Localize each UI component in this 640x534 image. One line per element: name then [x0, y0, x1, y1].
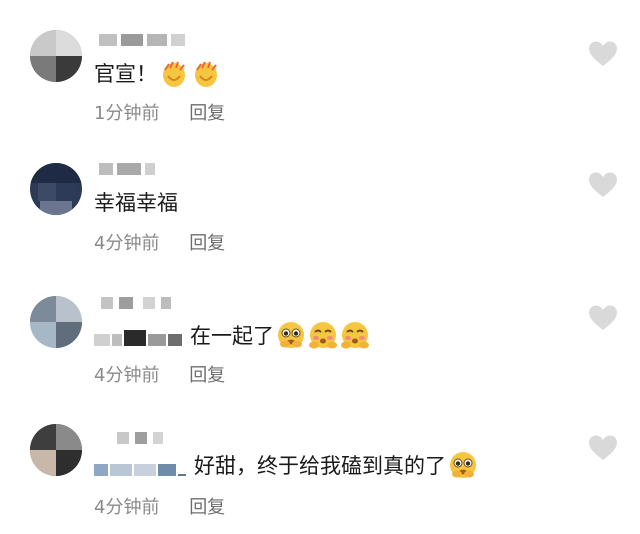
comment-meta: 1分钟前 回复 [94, 99, 225, 125]
comment-time: 4分钟前 [94, 365, 160, 386]
reply-button[interactable]: 回复 [189, 103, 225, 124]
comment-item: 幸福幸福 4分钟前 回复 [0, 130, 640, 260]
comment-text: 官宣！ [94, 58, 221, 88]
mention-blurred[interactable] [94, 454, 188, 476]
reply-button[interactable]: 回复 [189, 365, 225, 386]
comment-body: 在一起了 [190, 324, 274, 348]
comment-meta: 4分钟前 回复 [94, 361, 225, 387]
avatar[interactable] [30, 30, 82, 82]
comment-body: 幸福幸福 [94, 191, 178, 215]
reply-button[interactable]: 回复 [189, 233, 225, 254]
avatar[interactable] [30, 424, 82, 476]
username-blurred[interactable] [95, 163, 215, 177]
heart-icon[interactable] [588, 304, 618, 332]
comment-text: 幸福幸福 [94, 187, 178, 217]
comment-meta: 4分钟前 回复 [94, 493, 225, 519]
comment-time: 1分钟前 [94, 103, 160, 124]
pleading-emoji [450, 452, 476, 478]
pleading-emoji [278, 322, 304, 348]
heart-icon[interactable] [588, 40, 618, 68]
comment-body: 官宣！ [94, 62, 157, 86]
comment-item: 官宣！ 1分钟前 回复 [0, 0, 640, 130]
comment-time: 4分钟前 [94, 233, 160, 254]
mention-blurred[interactable] [94, 324, 184, 346]
avatar[interactable] [30, 163, 82, 215]
comment-text: 在一起了 [94, 320, 370, 350]
heart-icon[interactable] [588, 434, 618, 462]
comment-text: 好甜，终于给我磕到真的了 [94, 450, 478, 480]
heart-icon[interactable] [588, 171, 618, 199]
avatar[interactable] [30, 296, 82, 348]
clap-emoji [163, 61, 185, 87]
comment-item: 好甜，终于给我磕到真的了 4分钟前 回复 [0, 392, 640, 534]
username-blurred[interactable] [95, 432, 215, 446]
username-blurred[interactable] [95, 34, 215, 48]
username-blurred[interactable] [95, 297, 215, 311]
blushing-emoji [309, 322, 337, 349]
comment-meta: 4分钟前 回复 [94, 229, 225, 255]
comment-item: 在一起了 4分钟前 回复 [0, 260, 640, 392]
blushing-emoji [341, 322, 369, 349]
comment-body: 好甜，终于给我磕到真的了 [194, 454, 446, 478]
comment-time: 4分钟前 [94, 497, 160, 518]
reply-button[interactable]: 回复 [189, 497, 225, 518]
clap-emoji [195, 61, 217, 87]
